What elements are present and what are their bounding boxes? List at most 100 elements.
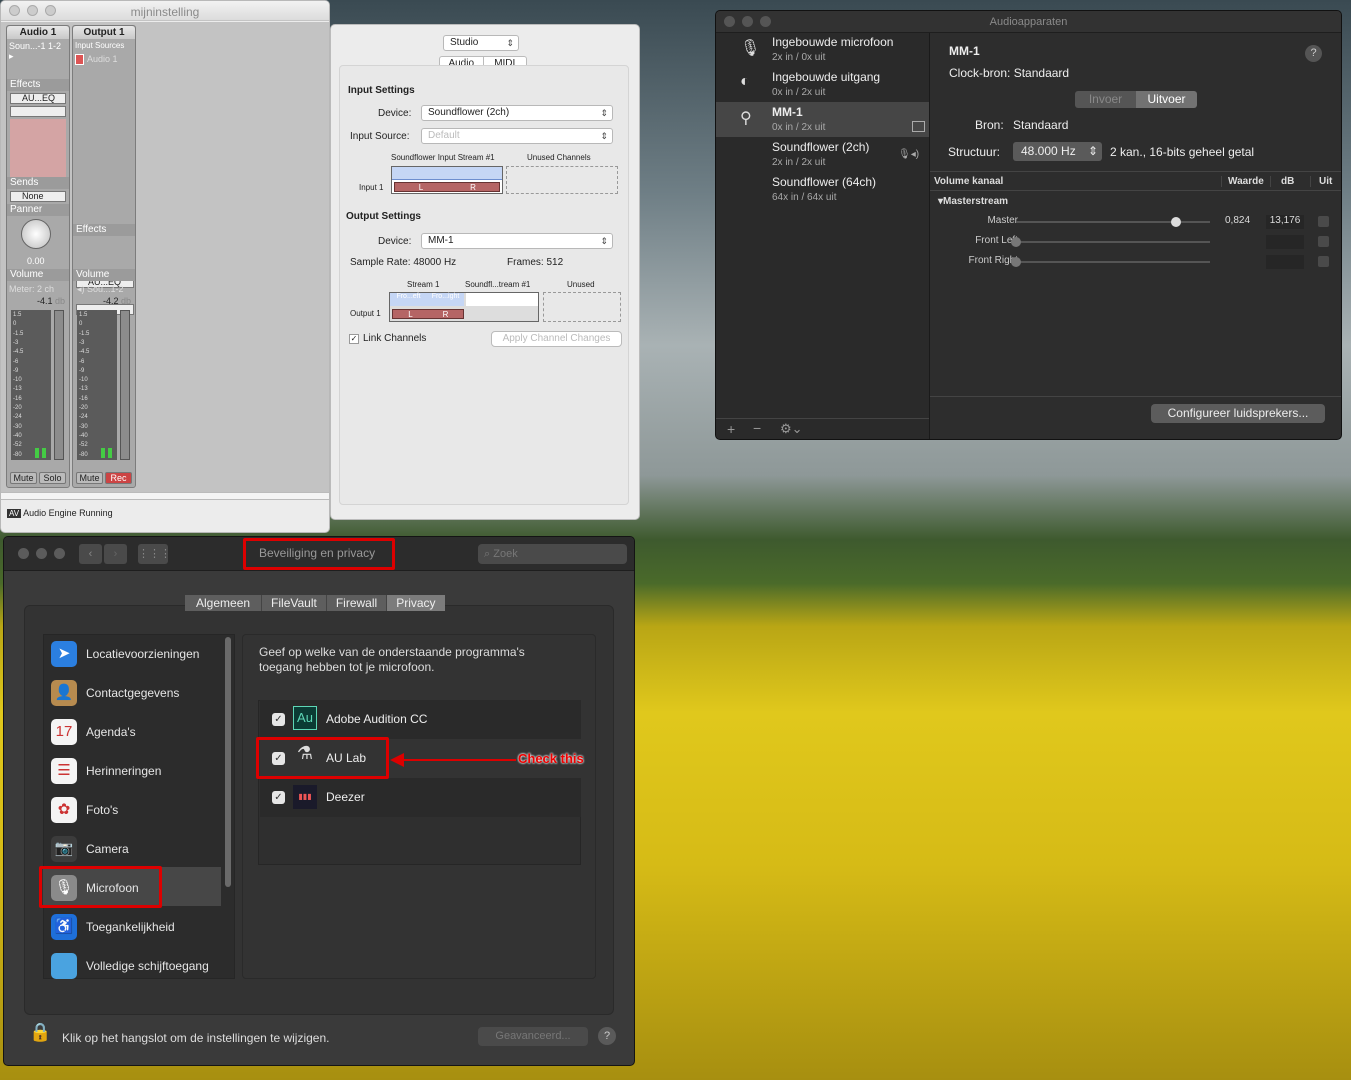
forward-arrow-icon[interactable]: › [104, 544, 127, 564]
minimize-button[interactable] [36, 548, 47, 559]
sidebar-item[interactable]: 📷 Camera [46, 830, 224, 869]
input-source-label: Input Source: [350, 131, 410, 142]
tab-output[interactable]: Uitvoer [1136, 91, 1197, 108]
source-label: Bron: [975, 118, 1004, 132]
col-db: dB [1270, 176, 1310, 187]
link-channels-checkbox[interactable]: ✓ [349, 334, 359, 344]
zoom-button[interactable] [54, 548, 65, 559]
nav-buttons: ‹ › [79, 544, 127, 564]
help-button[interactable]: ? [598, 1027, 616, 1045]
input-channel-map[interactable]: LR [391, 166, 503, 194]
send-slot[interactable]: None [10, 191, 66, 202]
output-channel-map[interactable]: Fro...eft Fro...ight LR [389, 292, 539, 322]
effect-slot-1[interactable]: AU...EQ [10, 93, 66, 104]
input-source-item[interactable]: Audio 1 [73, 54, 135, 65]
sample-rate-select[interactable]: 48.000 Hz ⇕ [1013, 142, 1102, 161]
device-name: MM-1 [772, 105, 803, 119]
sidebar-item[interactable]: 👤 Contactgegevens [46, 674, 224, 713]
mute-checkbox[interactable] [1318, 256, 1329, 267]
channel-db[interactable]: 13,176 [1266, 215, 1304, 229]
calendar-icon: 17 [51, 719, 77, 745]
speaker-icon: ◂) [77, 284, 85, 294]
app-checkbox[interactable]: ✓ [272, 791, 285, 804]
slider-knob[interactable] [1011, 257, 1021, 267]
record-button[interactable]: Rec [105, 472, 132, 484]
help-button[interactable]: ? [1305, 45, 1322, 62]
app-row[interactable]: ✓ Au Adobe Audition CC [260, 700, 581, 739]
apply-channel-changes-button[interactable]: Apply Channel Changes [491, 331, 622, 347]
app-checkbox[interactable]: ✓ [272, 713, 285, 726]
left-channel: L [418, 183, 424, 192]
lock-icon[interactable]: 🔒 [29, 1022, 51, 1044]
close-button[interactable] [18, 548, 29, 559]
slider-knob[interactable] [1011, 237, 1021, 247]
effect-slot-2[interactable] [10, 106, 66, 117]
reminders-icon: ☰ [51, 758, 77, 784]
sidebar-item[interactable]: Volledige schijftoegang [46, 947, 224, 986]
unused-output-area [543, 292, 621, 322]
strip-source[interactable]: Soun...-1 1-2 [7, 41, 69, 51]
sidebar-scrollbar[interactable] [225, 637, 231, 887]
sidebar-item[interactable]: 17 Agenda's [46, 713, 224, 752]
channel-table-header: Volume kanaal Waarde dB Uit [930, 171, 1341, 191]
tab-privacy[interactable]: Privacy [386, 595, 445, 611]
camera-icon: 📷 [51, 836, 77, 862]
sidebar-item[interactable]: ♿ Toegankelijkheid [46, 908, 224, 947]
audio-devices-titlebar: Audioapparaten [716, 11, 1341, 33]
masterstream-group[interactable]: ▾Masterstream [938, 196, 1008, 207]
col-channel: Volume kanaal [934, 176, 1004, 187]
output-settings-heading: Output Settings [346, 211, 421, 222]
app-row[interactable]: ✓ ▮▮▮ Deezer [260, 778, 581, 817]
device-item[interactable]: 🎙 Ingebouwde microfoon 2x in / 0x uit [716, 32, 930, 67]
format-text: 2 kan., 16-bits geheel getal [1110, 145, 1255, 159]
channel-db[interactable] [1266, 255, 1304, 269]
location-arrow-icon: ➤ [51, 641, 77, 667]
output-device-select[interactable]: MM-1 [421, 233, 613, 249]
pan-knob[interactable] [21, 219, 51, 249]
back-arrow-icon[interactable]: ‹ [79, 544, 102, 564]
slider-knob[interactable] [1170, 217, 1181, 227]
configure-speakers-button[interactable]: Configureer luidsprekers... [1151, 404, 1325, 423]
channel-name: Master [987, 215, 1018, 226]
remove-icon[interactable]: − [753, 420, 761, 436]
volume-slider[interactable] [1016, 217, 1210, 227]
meter-tick-label: 0 [13, 321, 17, 328]
device-item-selected[interactable]: ⚲ MM-1 0x in / 2x uit [716, 102, 930, 137]
clock-select[interactable]: Standaard [1014, 66, 1069, 80]
tab-firewall[interactable]: Firewall [325, 595, 387, 611]
device-item[interactable]: Soundflower (2ch) 2x in / 2x uit 🎙◂) [716, 137, 930, 172]
sidebar-item[interactable]: ➤ Locatievoorzieningen [46, 635, 224, 674]
volume-fader[interactable] [54, 310, 64, 460]
tab-filevault[interactable]: FileVault [261, 595, 326, 611]
advanced-button[interactable]: Geavanceerd... [478, 1027, 588, 1046]
mute-checkbox[interactable] [1318, 236, 1329, 247]
disclosure-triangle-icon[interactable]: ▸ [7, 51, 69, 62]
configuration-select[interactable]: Studio [443, 35, 519, 51]
channel-db[interactable] [1266, 235, 1304, 249]
grid-icon[interactable]: ⋮⋮⋮ [138, 544, 171, 564]
tab-input[interactable]: Invoer [1075, 91, 1136, 108]
mute-button[interactable]: Mute [76, 472, 103, 484]
tab-general[interactable]: Algemeen [185, 595, 262, 611]
input-source-select[interactable]: Default [421, 128, 613, 144]
source-checkbox[interactable] [75, 54, 84, 65]
meter-level-bar [101, 448, 105, 458]
sidebar-item[interactable]: ✿ Foto's [46, 791, 224, 830]
gear-icon[interactable]: ⚙⌄ [780, 421, 803, 437]
search-field[interactable]: ⌕ Zoek [478, 544, 627, 564]
meter-tick-label: -40 [13, 432, 22, 439]
input-device-select[interactable]: Soundflower (2ch) [421, 105, 613, 121]
sidebar-item-label: Toegankelijkheid [86, 920, 175, 934]
volume-slider[interactable] [1011, 237, 1210, 247]
device-item[interactable]: Soundflower (64ch) 64x in / 64x uit [716, 172, 930, 207]
device-item[interactable]: ◐ Ingebouwde uitgang 0x in / 2x uit [716, 67, 930, 102]
solo-button[interactable]: Solo [39, 472, 66, 484]
mute-checkbox[interactable] [1318, 216, 1329, 227]
input1-label: Input 1 [359, 183, 384, 192]
volume-slider[interactable] [1011, 257, 1210, 267]
effects-label: Effects [7, 79, 69, 91]
mute-button[interactable]: Mute [10, 472, 37, 484]
sidebar-item[interactable]: ☰ Herinneringen [46, 752, 224, 791]
volume-fader[interactable] [120, 310, 130, 460]
add-icon[interactable]: + [727, 421, 735, 437]
